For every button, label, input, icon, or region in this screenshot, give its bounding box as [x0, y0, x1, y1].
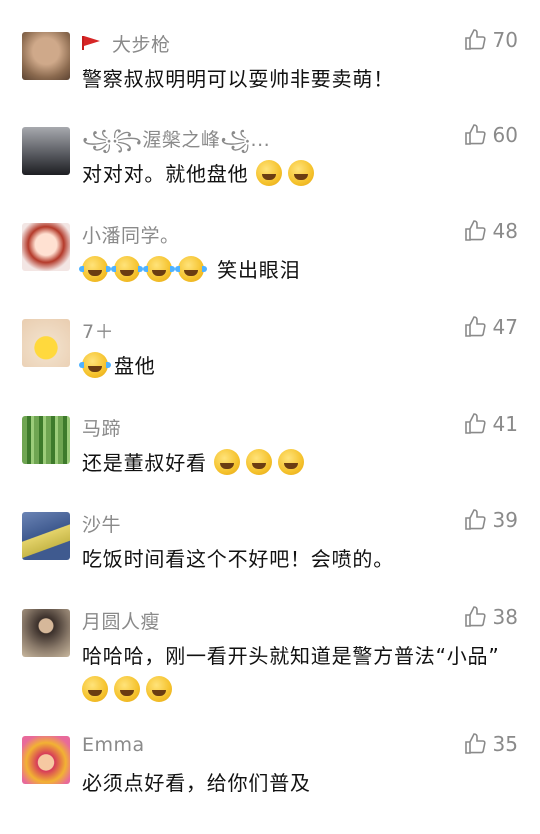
comment-text: 吃饭时间看这个不好吧！会喷的。 — [82, 547, 394, 571]
red-flag-icon — [82, 36, 100, 50]
thumbs-up-icon — [464, 733, 486, 754]
tears-of-joy-emoji — [111, 256, 143, 282]
grinning-face-emoji — [277, 449, 304, 475]
thumbs-up-icon — [464, 316, 486, 337]
commenter-name[interactable]: 月圆人瘦 — [82, 607, 160, 634]
avatar[interactable] — [22, 319, 70, 367]
thumbs-up-icon — [464, 606, 486, 627]
like-button[interactable]: 47 — [463, 315, 518, 339]
laughing-face-emoji — [255, 160, 282, 186]
commenter-name[interactable]: 小潘同学。 — [82, 221, 180, 248]
grinning-face-emoji — [82, 676, 108, 702]
avatar[interactable] — [22, 736, 70, 784]
comment-text: 笑出眼泪 — [79, 253, 512, 287]
avatar[interactable] — [22, 223, 70, 271]
commenter-name[interactable]: 7＋ — [82, 317, 114, 344]
commenter-name[interactable]: 大步枪 — [82, 30, 171, 57]
thumbs-up-icon — [464, 413, 486, 434]
laughing-face-emoji — [287, 160, 314, 186]
like-count: 60 — [492, 123, 518, 147]
grinning-face-emoji — [213, 449, 240, 475]
comment-text: 哈哈哈，刚一看开头就知道是警方普法“小品” — [82, 639, 512, 707]
like-button[interactable]: 48 — [463, 219, 518, 243]
like-count: 39 — [492, 508, 518, 532]
like-button[interactable]: 41 — [463, 412, 518, 436]
like-count: 48 — [492, 219, 518, 243]
like-count: 70 — [492, 28, 518, 52]
like-button[interactable]: 70 — [463, 28, 518, 52]
like-button[interactable]: 39 — [463, 508, 518, 532]
avatar[interactable] — [22, 416, 70, 464]
like-count: 41 — [492, 412, 518, 436]
like-count: 38 — [492, 605, 518, 629]
tears-of-joy-emoji — [175, 256, 207, 282]
commenter-name[interactable]: 马蹄 — [82, 414, 121, 441]
thumbs-up-icon — [464, 509, 486, 530]
comment-text: 还是董叔好看 — [82, 446, 512, 480]
tears-of-joy-emoji — [79, 256, 111, 282]
tears-of-joy-emoji — [79, 352, 111, 378]
commenter-name[interactable]: Emma — [82, 734, 145, 756]
avatar[interactable] — [22, 127, 70, 175]
thumbs-up-icon — [464, 220, 486, 241]
thumbs-up-icon — [464, 124, 486, 145]
avatar[interactable] — [22, 32, 70, 80]
comment-text: 警察叔叔明明可以耍帅非要卖萌！ — [82, 67, 394, 91]
like-button[interactable]: 35 — [463, 732, 518, 756]
like-button[interactable]: 38 — [463, 605, 518, 629]
like-count: 35 — [492, 732, 518, 756]
grinning-face-emoji — [114, 676, 140, 702]
avatar[interactable] — [22, 609, 70, 657]
like-button[interactable]: 60 — [463, 123, 518, 147]
comment-text: 盘他 — [79, 349, 512, 383]
thumbs-up-icon — [464, 29, 486, 50]
tears-of-joy-emoji — [143, 256, 175, 282]
comment-text: 必须点好看，给你们普及 — [82, 771, 311, 795]
grinning-face-emoji — [146, 676, 172, 702]
like-count: 47 — [492, 315, 518, 339]
comment-text: 对对对。就他盘他 — [82, 157, 512, 191]
grinning-face-emoji — [245, 449, 272, 475]
avatar[interactable] — [22, 512, 70, 560]
commenter-name[interactable]: 沙牛 — [82, 510, 121, 537]
